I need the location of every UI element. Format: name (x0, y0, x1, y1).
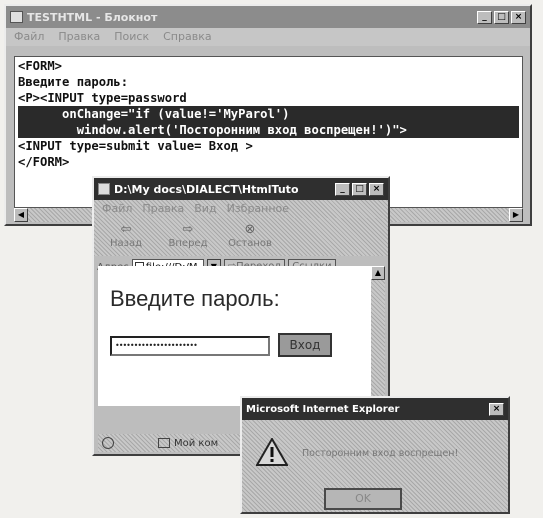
alert-body: Посторонним вход воспрещен! OK (242, 420, 508, 512)
ie-vertical-scrollbar[interactable]: ▲ (371, 266, 385, 406)
back-label: Назад (109, 238, 142, 249)
forward-label: Вперед (168, 238, 208, 249)
minimize-button[interactable]: _ (335, 182, 350, 196)
ie-toolbar: ⇦ Назад ⇨ Вперед ⊗ Останов (94, 218, 388, 256)
menu-help[interactable]: Справка (163, 30, 211, 44)
code-line: <FORM> (18, 59, 63, 73)
scroll-up-icon[interactable]: ▲ (371, 266, 385, 280)
forward-button[interactable]: ⇨ Вперед (162, 222, 214, 249)
code-line: Введите пароль: (18, 75, 129, 89)
maximize-button[interactable]: □ (352, 182, 367, 196)
code-line: <P><INPUT type=password (18, 91, 187, 105)
menu-search[interactable]: Поиск (114, 30, 149, 44)
notepad-titlebar[interactable]: TESTHTML - Блокнот _ □ × (6, 6, 530, 28)
menu-view[interactable]: Вид (194, 202, 216, 216)
warning-icon (256, 438, 288, 466)
code-line: <INPUT type=submit value= Вход > (18, 139, 253, 153)
forward-arrow-icon: ⇨ (182, 222, 194, 237)
code-line-selected: onChange="if (value!='MyParol') (18, 106, 519, 122)
minimize-button[interactable]: _ (477, 10, 492, 24)
menu-favorites[interactable]: Избранное (227, 202, 289, 216)
close-button[interactable]: × (489, 402, 504, 416)
computer-icon (158, 438, 170, 448)
code-line: </FORM> (18, 155, 70, 169)
back-arrow-icon: ⇦ (120, 222, 132, 237)
page-heading: Введите пароль: (110, 286, 280, 311)
ie-app-icon (98, 183, 110, 195)
menu-file[interactable]: Файл (14, 30, 44, 44)
ie-page-content: Введите пароль: •••••••••••••••••••••• В… (98, 266, 371, 406)
back-button[interactable]: ⇦ Назад (100, 222, 152, 249)
menu-edit[interactable]: Правка (58, 30, 100, 44)
scroll-left-icon[interactable]: ◀ (14, 208, 28, 222)
menu-file[interactable]: Файл (102, 202, 132, 216)
maximize-button[interactable]: □ (494, 10, 509, 24)
scroll-right-icon[interactable]: ▶ (509, 208, 523, 222)
status-icon (102, 437, 114, 449)
ie-titlebar[interactable]: D:\My docs\DIALECT\HtmlTuto _ □ × (94, 178, 388, 200)
close-button[interactable]: × (369, 182, 384, 196)
password-input[interactable]: •••••••••••••••••••••• (110, 336, 270, 356)
status-text: Мой ком (174, 437, 219, 449)
code-line-selected: window.alert('Посторонним вход воспрещен… (18, 122, 519, 138)
alert-titlebar[interactable]: Microsoft Internet Explorer × (242, 398, 508, 420)
stop-button[interactable]: ⊗ Останов (224, 222, 276, 249)
notepad-app-icon (10, 11, 23, 23)
ie-menubar: Файл Правка Вид Избранное (94, 200, 388, 218)
notepad-menubar: Файл Правка Поиск Справка (6, 28, 530, 46)
alert-dialog: Microsoft Internet Explorer × Посторонни… (240, 396, 510, 514)
submit-button[interactable]: Вход (278, 333, 332, 357)
menu-edit[interactable]: Правка (142, 202, 184, 216)
close-button[interactable]: × (511, 10, 526, 24)
notepad-title: TESTHTML - Блокнот (27, 10, 158, 24)
alert-title: Microsoft Internet Explorer (246, 403, 400, 415)
stop-label: Останов (228, 238, 272, 249)
ie-title: D:\My docs\DIALECT\HtmlTuto (114, 182, 299, 196)
ok-button[interactable]: OK (324, 488, 402, 510)
alert-message: Посторонним вход воспрещен! (302, 448, 459, 459)
stop-icon: ⊗ (244, 222, 256, 237)
